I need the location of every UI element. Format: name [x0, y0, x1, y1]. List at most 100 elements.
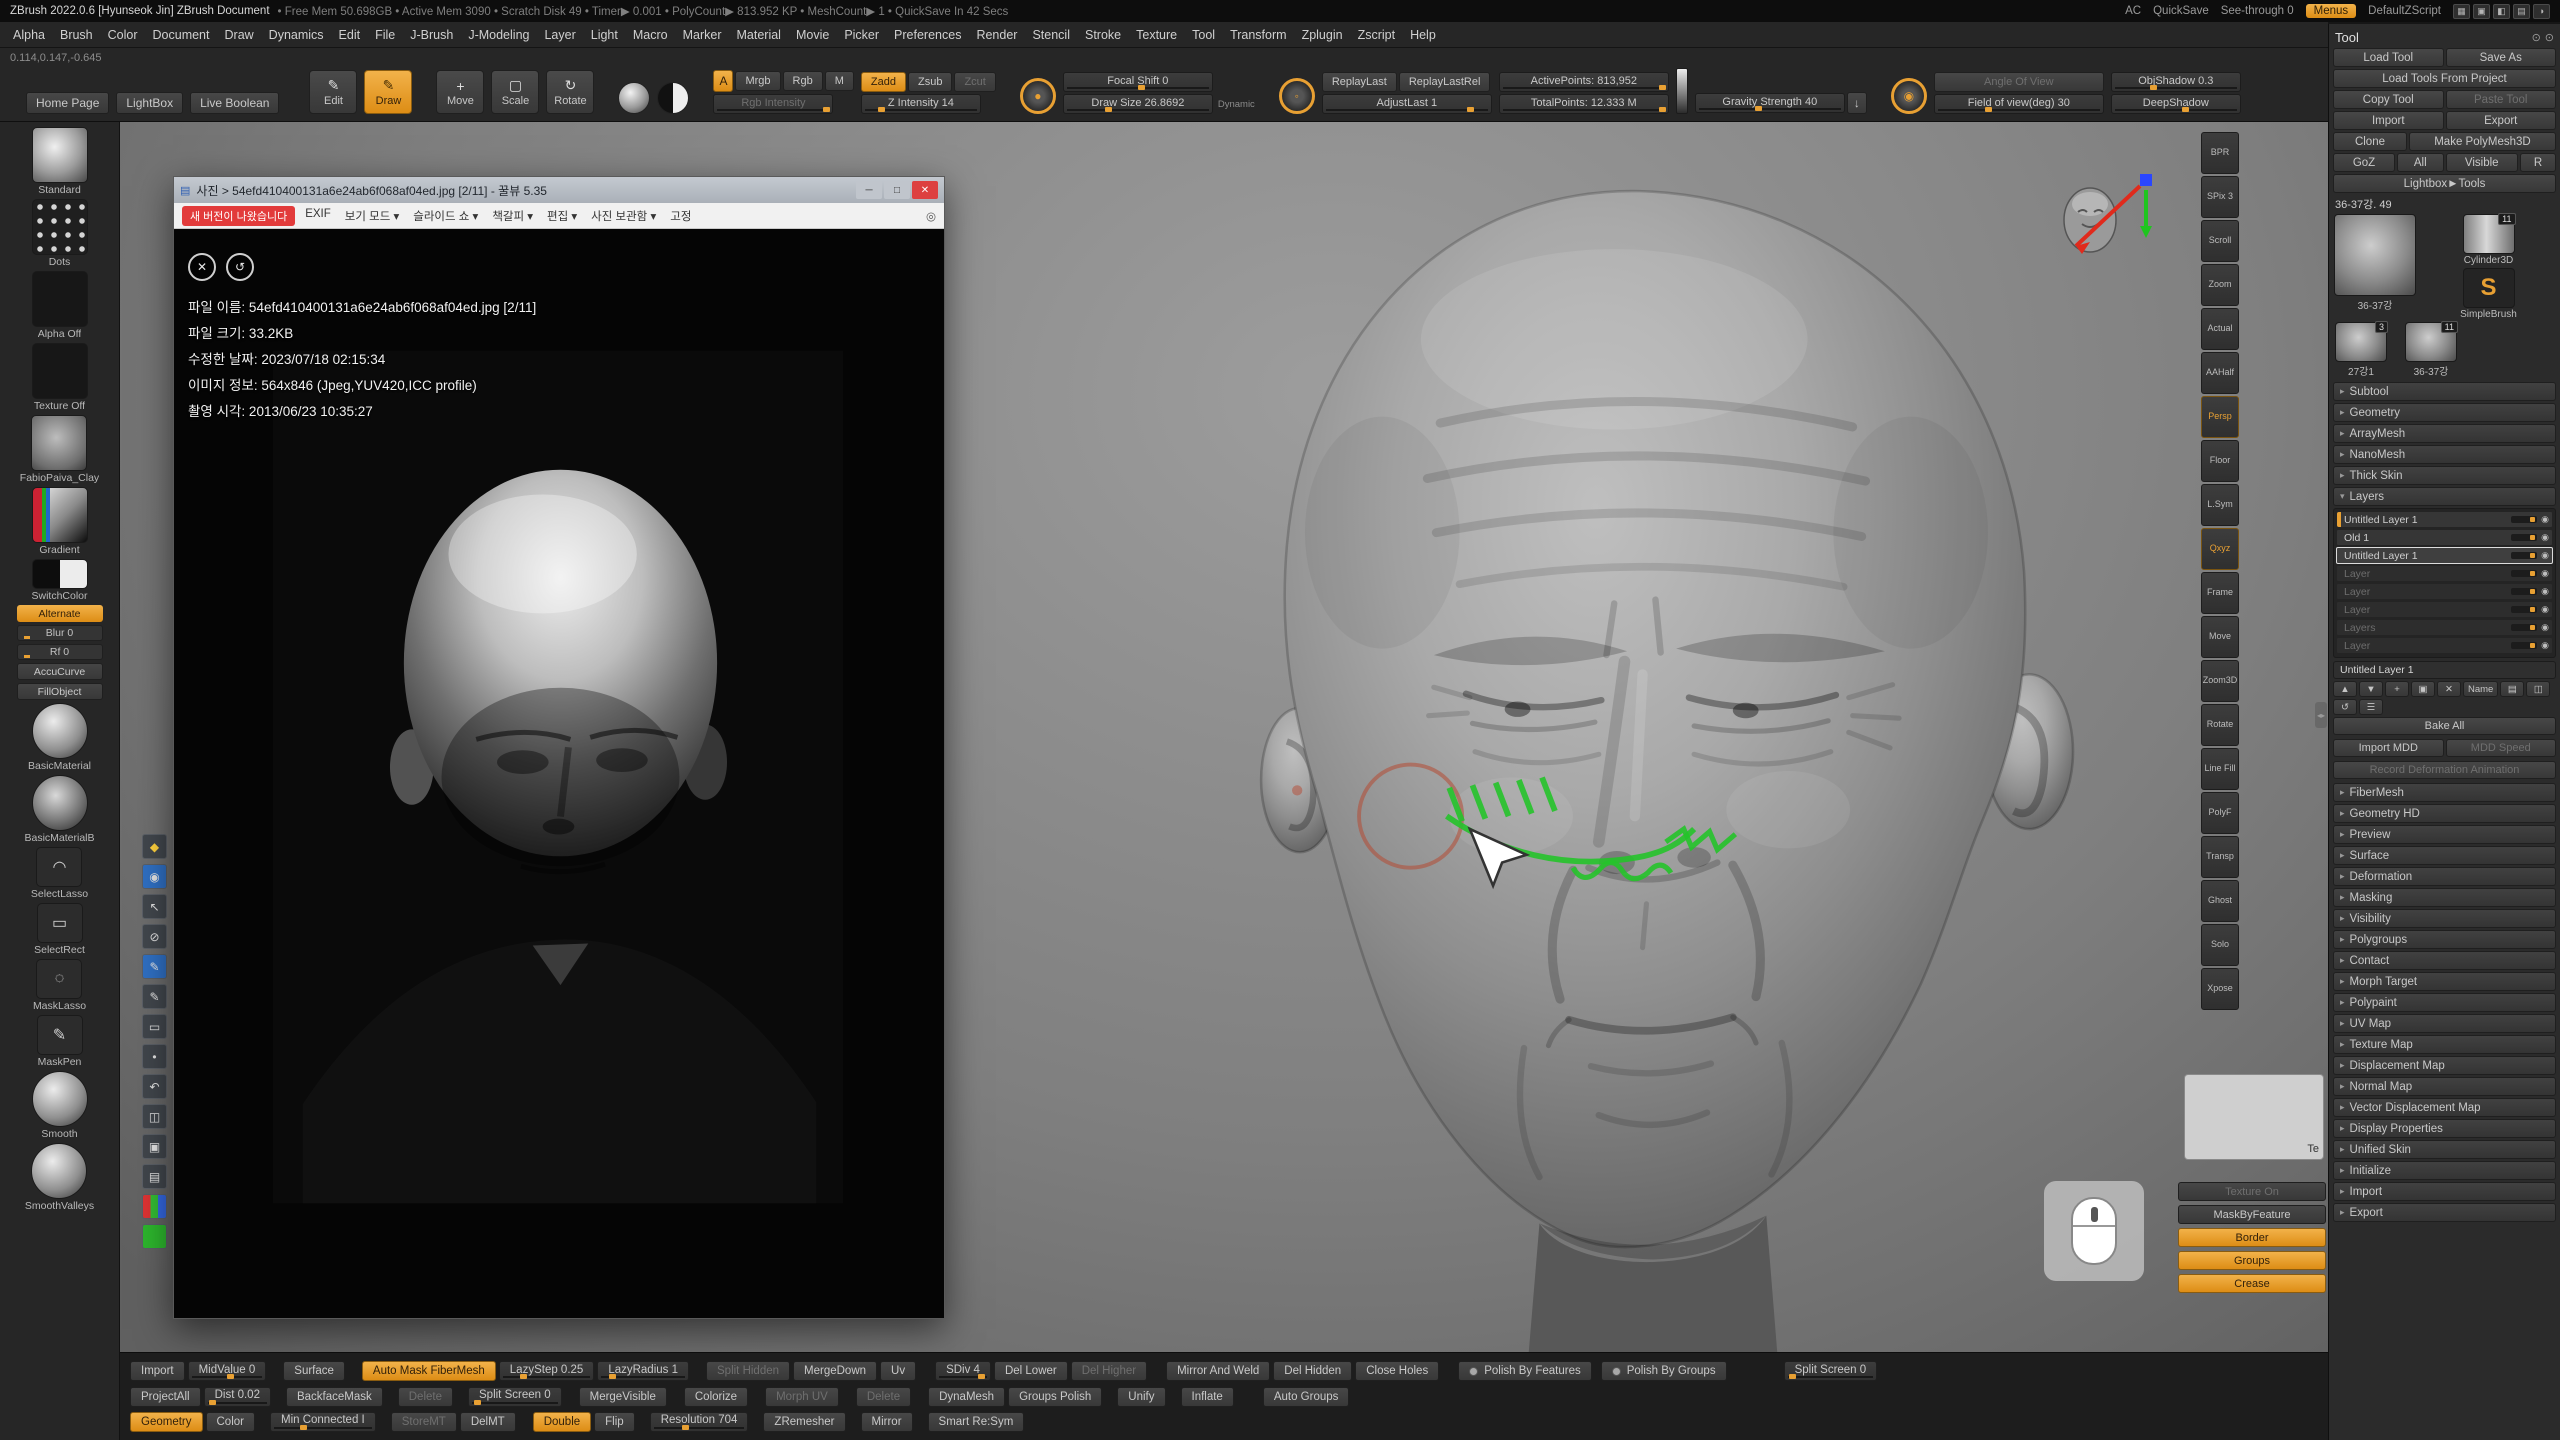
total-points-slider[interactable]: TotalPoints: 12.333 M	[1499, 94, 1669, 114]
menu-item[interactable]: J-Brush	[403, 26, 460, 44]
layer-visibility-icon[interactable]: ◉	[2541, 640, 2549, 651]
photo-viewer-window[interactable]: ▤ 사진 > 54efd410400131a6e24ab6f068af04ed.…	[173, 176, 945, 1319]
photo-viewer-menu-item[interactable]: 고정	[670, 208, 691, 224]
sidebar-item[interactable]: FillObject	[17, 683, 103, 700]
obj-shadow-slider[interactable]: ObjShadow 0.3	[2111, 72, 2241, 92]
tray-button[interactable]: StoreMT	[391, 1412, 457, 1432]
maximize-button[interactable]: □	[884, 181, 910, 199]
zadd-button[interactable]: Zadd	[861, 72, 906, 92]
stroke-preview-icon[interactable]	[657, 82, 689, 114]
tool-panel-section[interactable]: ▸Vector Displacement Map	[2333, 1098, 2556, 1117]
tool-panel-section[interactable]: ▸Texture Map	[2333, 1035, 2556, 1054]
tray-button[interactable]: Auto Mask FiberMesh	[362, 1361, 496, 1381]
photo-viewer-content[interactable]: ✕ ↺ 파일 이름: 54efd410400131a6e24ab6f068af0…	[174, 229, 944, 1318]
tray-button[interactable]: Dist 0.02	[204, 1387, 271, 1407]
menu-item[interactable]: Alpha	[6, 26, 52, 44]
tray-button[interactable]: MidValue 0	[188, 1361, 267, 1381]
layer-intensity-slider[interactable]	[2511, 606, 2537, 613]
shelf-button[interactable]: Line Fill	[2201, 748, 2239, 790]
shelf-button[interactable]: L.Sym	[2201, 484, 2239, 526]
sidebar-thumbnail[interactable]	[32, 271, 88, 327]
layer-intensity-slider[interactable]	[2511, 516, 2537, 523]
photo-refresh-circle-button[interactable]: ↺	[226, 253, 254, 281]
sidebar-thumbnail[interactable]	[32, 775, 88, 831]
move-button[interactable]: +Move	[436, 70, 484, 114]
photo-viewer-menu-item[interactable]: 책갈피 ▾	[492, 208, 533, 224]
annotation-tool-icon[interactable]: ↖	[142, 894, 167, 919]
edit-button[interactable]: ✎Edit	[309, 70, 357, 114]
tray-button[interactable]: ProjectAll	[130, 1387, 201, 1407]
layer-row[interactable]: Layer ◉	[2336, 637, 2553, 654]
tool-panel-section[interactable]: ▸Preview	[2333, 825, 2556, 844]
annotation-tool-icon[interactable]: ✎	[142, 984, 167, 1009]
tray-button[interactable]: ZRemesher	[763, 1412, 845, 1432]
draw-size-slider[interactable]: Draw Size 26.8692	[1063, 94, 1213, 114]
home-page-button[interactable]: Home Page	[26, 92, 109, 114]
menu-item[interactable]: J-Modeling	[461, 26, 536, 44]
tray-button[interactable]: Split Screen 0	[1784, 1361, 1878, 1381]
shelf-button[interactable]: Qxyz	[2201, 528, 2239, 570]
sidebar-thumbnail[interactable]: ◠	[36, 847, 82, 887]
lightbox-button[interactable]: LightBox	[116, 92, 183, 114]
layer-op-button[interactable]: Name	[2463, 681, 2498, 697]
tool-panel-section[interactable]: ▸Thick Skin	[2333, 466, 2556, 485]
scale-button[interactable]: ▢Scale	[491, 70, 539, 114]
shelf-button[interactable]: Ghost	[2201, 880, 2239, 922]
sidebar-item[interactable]: Gradient	[32, 487, 88, 556]
tool-panel-section[interactable]: ▸Visibility	[2333, 909, 2556, 928]
sidebar-thumbnail[interactable]	[31, 1143, 87, 1199]
shelf-button[interactable]: AAHalf	[2201, 352, 2239, 394]
shelf-button[interactable]: PolyF	[2201, 792, 2239, 834]
menus-button[interactable]: Menus	[2306, 4, 2357, 18]
shelf-button[interactable]: Solo	[2201, 924, 2239, 966]
tray-button[interactable]: Close Holes	[1355, 1361, 1439, 1381]
menu-item[interactable]: Stroke	[1078, 26, 1128, 44]
zoom-icon[interactable]: ⊙	[2545, 31, 2554, 44]
goz-all-button[interactable]: All	[2397, 153, 2443, 172]
layer-op-button[interactable]: ▣	[2411, 681, 2435, 697]
menu-item[interactable]: Transform	[1223, 26, 1294, 44]
annotation-tool-icon[interactable]: ▤	[142, 1164, 167, 1189]
shelf-button[interactable]: Rotate	[2201, 704, 2239, 746]
save-as-button[interactable]: Save As	[2446, 48, 2557, 67]
tray-button[interactable]: Del Lower	[994, 1361, 1068, 1381]
menu-item[interactable]: Dynamics	[262, 26, 331, 44]
sidebar-item[interactable]: Texture Off	[32, 343, 88, 412]
layer-op-button[interactable]: ▲	[2333, 681, 2357, 697]
sidebar-item[interactable]: ▭ SelectRect	[34, 903, 85, 956]
menu-item[interactable]: Marker	[676, 26, 729, 44]
tool-panel-section[interactable]: ▸Import	[2333, 1182, 2556, 1201]
tool-panel-section[interactable]: ▸ArrayMesh	[2333, 424, 2556, 443]
paste-tool-button[interactable]: Paste Tool	[2446, 90, 2557, 109]
mrgb-button[interactable]: Mrgb	[735, 71, 780, 91]
tool-panel-section[interactable]: ▸Polygroups	[2333, 930, 2556, 949]
annotation-tool-icon[interactable]: ⊘	[142, 924, 167, 949]
tray-button[interactable]: Delete	[856, 1387, 911, 1407]
layer-intensity-slider[interactable]	[2511, 588, 2537, 595]
annotation-tool-icon[interactable]: ▣	[142, 1134, 167, 1159]
tool-panel-section[interactable]: ▸Masking	[2333, 888, 2556, 907]
tray-button[interactable]: Split Hidden	[706, 1361, 790, 1381]
camera-nav-gizmo[interactable]	[2046, 168, 2160, 288]
close-button[interactable]: ✕	[912, 181, 938, 199]
deep-shadow-slider[interactable]: DeepShadow	[2111, 94, 2241, 114]
layer-op-button[interactable]: ▼	[2359, 681, 2383, 697]
menu-item[interactable]: Stencil	[1025, 26, 1077, 44]
tray-button[interactable]: Surface	[283, 1361, 345, 1381]
minimize-button[interactable]: ─	[856, 181, 882, 199]
gradient-slider[interactable]	[1676, 68, 1688, 114]
extra-button[interactable]: MaskByFeature	[2178, 1205, 2326, 1224]
layer-op-button[interactable]: ↺	[2333, 699, 2357, 715]
rgb-button[interactable]: Rgb	[783, 71, 823, 91]
shelf-button[interactable]: Transp	[2201, 836, 2239, 878]
tray-button[interactable]: DelMT	[460, 1412, 516, 1432]
z-intensity-slider[interactable]: Z Intensity 14	[861, 94, 981, 114]
tray-button[interactable]: Colorize	[684, 1387, 748, 1407]
menu-item[interactable]: Brush	[53, 26, 100, 44]
shelf-button[interactable]: Frame	[2201, 572, 2239, 614]
menu-item[interactable]: Document	[146, 26, 217, 44]
draw-size-icon[interactable]: ●	[1020, 78, 1056, 114]
quicksave-button[interactable]: QuickSave	[2153, 5, 2209, 17]
search-icon[interactable]: ⊙	[2532, 31, 2541, 44]
simplebrush-thumbnail[interactable]: S	[2463, 268, 2515, 308]
